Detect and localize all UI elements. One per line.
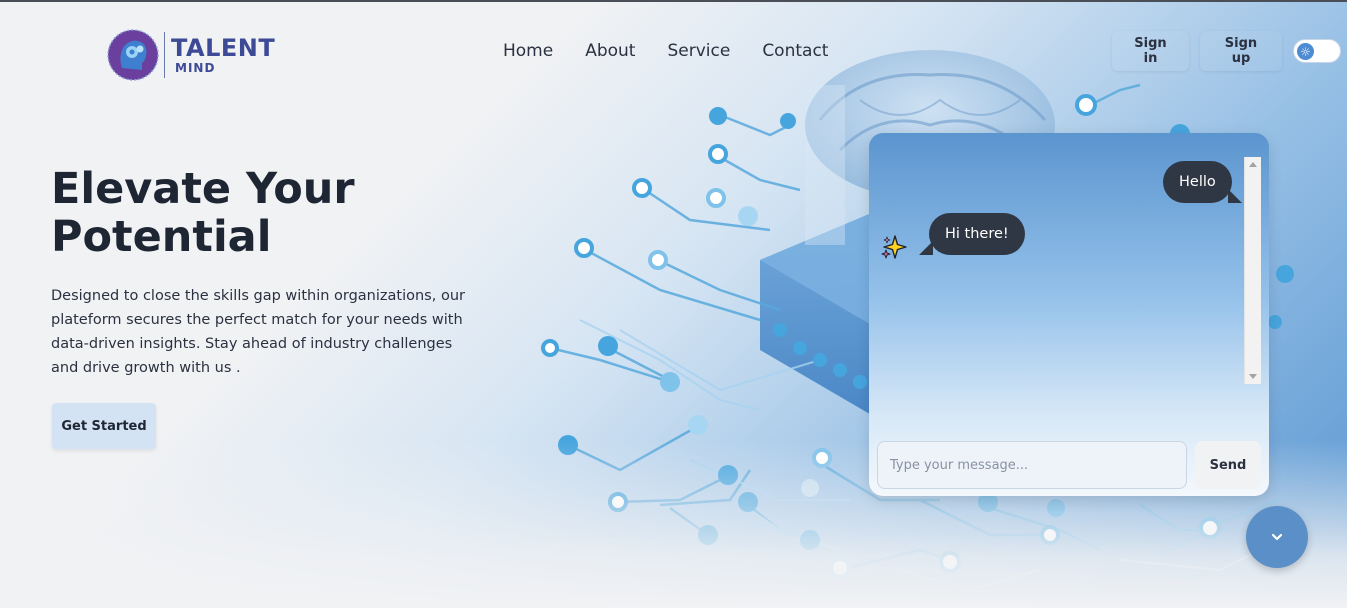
scroll-up-arrow-icon[interactable] [1249, 162, 1257, 167]
chevron-down-icon [1271, 533, 1283, 541]
get-started-button[interactable]: Get Started [52, 403, 156, 449]
hero-title: Elevate Your Potential [51, 164, 355, 262]
nav-about[interactable]: About [585, 40, 635, 62]
sign-in-button[interactable]: Sign in [1112, 31, 1189, 71]
chat-message-user: Hello [1163, 161, 1242, 203]
brand-name: TALENT [171, 34, 276, 62]
sun-icon: ☼ [1297, 43, 1314, 60]
nav-home[interactable]: Home [503, 40, 553, 62]
nav-service[interactable]: Service [667, 40, 730, 62]
sparkles-icon [881, 235, 907, 259]
brand-wordmark: TALENT MIND [171, 35, 275, 75]
nav-contact[interactable]: Contact [762, 40, 828, 62]
brand-logo[interactable]: TALENT MIND [106, 28, 275, 82]
scroll-down-arrow-icon[interactable] [1249, 374, 1257, 379]
brain-head-icon [107, 29, 159, 81]
chat-message-input[interactable] [877, 441, 1187, 489]
theme-toggle[interactable]: ☼ [1293, 39, 1341, 63]
send-button[interactable]: Send [1195, 441, 1261, 489]
chat-scrollbar[interactable] [1244, 157, 1261, 384]
logo-divider [164, 32, 165, 78]
hero-description: Designed to close the skills gap within … [51, 288, 465, 376]
main-nav: Home About Service Contact [503, 40, 860, 62]
chat-toggle-button[interactable] [1246, 506, 1308, 568]
brand-subname: MIND [175, 61, 216, 75]
sign-up-button[interactable]: Sign up [1200, 31, 1282, 71]
chat-message-bot: Hi there! [919, 213, 1025, 255]
